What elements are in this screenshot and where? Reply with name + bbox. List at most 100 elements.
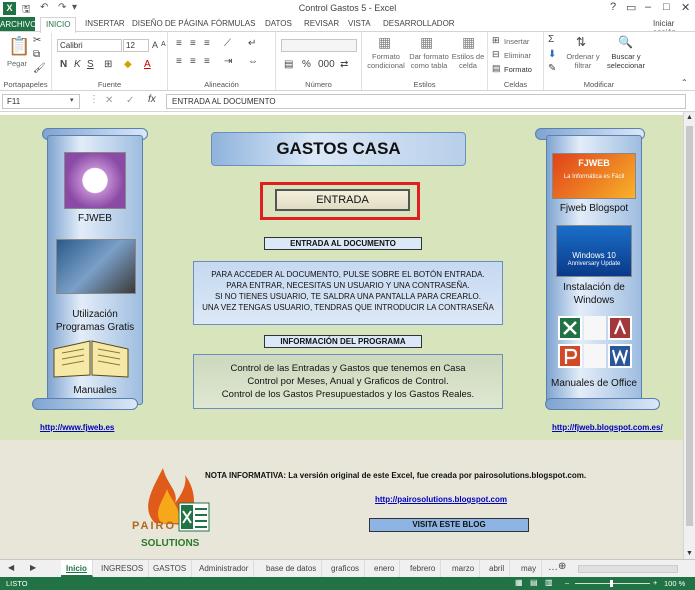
font-size-select[interactable]: 12 bbox=[123, 39, 149, 52]
italic-button[interactable]: K bbox=[74, 59, 81, 70]
borders-icon[interactable]: ⊞ bbox=[104, 59, 112, 70]
fill-color-icon[interactable]: ◆ bbox=[124, 59, 132, 70]
scroll-up-icon[interactable]: ▲ bbox=[686, 114, 693, 121]
format-painter-icon[interactable]: 🖌 bbox=[33, 63, 46, 74]
number-format-select[interactable] bbox=[281, 39, 357, 52]
comma-style-icon[interactable]: 000 bbox=[318, 59, 335, 70]
vertical-scrollbar[interactable]: ▲ ▼ bbox=[683, 112, 695, 559]
sheet-tab-abril[interactable]: abril bbox=[484, 560, 511, 577]
tab-archivo[interactable]: ARCHIVO bbox=[0, 17, 36, 32]
page-break-icon[interactable]: ▥ bbox=[545, 578, 553, 587]
zoom-in-icon[interactable]: + bbox=[653, 578, 657, 587]
worksheet[interactable]: GASTOS CASA ENTRADA ENTRADA AL DOCUMENTO… bbox=[0, 115, 683, 559]
align-middle-icon[interactable]: ≡ bbox=[190, 38, 196, 49]
fill-icon[interactable]: ⬇ bbox=[548, 49, 556, 60]
cell-styles-button[interactable]: Estilos de celda bbox=[450, 52, 486, 70]
format-cells-icon[interactable]: ▤ bbox=[492, 63, 501, 74]
insert-cells-icon[interactable]: ⊞ bbox=[492, 35, 500, 46]
percent-icon[interactable]: % bbox=[302, 59, 311, 70]
paste-label[interactable]: Pegar bbox=[7, 59, 27, 68]
align-bottom-icon[interactable]: ≡ bbox=[204, 38, 210, 49]
minimize-icon[interactable]: – bbox=[645, 1, 651, 13]
tab-revisar[interactable]: REVISAR bbox=[304, 19, 339, 28]
tab-formulas[interactable]: FÓRMULAS bbox=[211, 19, 255, 28]
sort-filter-button[interactable]: Ordenar y filtrar bbox=[564, 52, 602, 70]
scroll-thumb[interactable] bbox=[686, 126, 693, 526]
sheet-tab-graficos[interactable]: graficos bbox=[326, 560, 366, 577]
clear-icon[interactable]: ✎ bbox=[548, 63, 556, 74]
insert-cells-button[interactable]: Insertar bbox=[504, 37, 529, 46]
align-top-icon[interactable]: ≡ bbox=[176, 38, 182, 49]
copy-icon[interactable]: ⧉ bbox=[33, 49, 40, 60]
tab-insertar[interactable]: INSERTAR bbox=[85, 19, 125, 28]
orientation-icon[interactable]: ⟋ bbox=[224, 38, 231, 49]
horizontal-scrollbar[interactable] bbox=[578, 565, 678, 573]
delete-cells-button[interactable]: Eliminar bbox=[504, 51, 531, 60]
format-table-icon[interactable]: ▦ bbox=[420, 34, 433, 51]
format-cells-button[interactable]: Formato bbox=[504, 65, 532, 74]
zoom-out-icon[interactable]: – bbox=[565, 578, 569, 587]
find-select-button[interactable]: Buscar y seleccionar bbox=[602, 52, 650, 70]
windows-install-image[interactable]: Windows 10 Anniversary Update bbox=[556, 225, 632, 277]
zoom-level[interactable]: 100 % bbox=[664, 579, 685, 588]
decimal-icon[interactable]: ⇄ bbox=[340, 59, 348, 70]
name-box[interactable]: F11 bbox=[2, 94, 80, 109]
delete-cells-icon[interactable]: ⊟ bbox=[492, 49, 500, 60]
fjweb-blogspot-link[interactable]: http://fjweb.blogspot.com.es/ bbox=[552, 423, 663, 432]
sheet-tab-base-datos[interactable]: base de datos bbox=[261, 560, 323, 577]
tab-scroll-left-icon[interactable]: ◀ bbox=[8, 563, 14, 572]
find-select-icon[interactable]: 🔍 bbox=[618, 35, 633, 49]
collapse-ribbon-icon[interactable]: ⌃ bbox=[681, 78, 688, 87]
underline-button[interactable]: S bbox=[87, 59, 94, 70]
align-right-icon[interactable]: ≡ bbox=[204, 56, 210, 67]
conditional-format-button[interactable]: Formato condicional bbox=[364, 52, 408, 70]
tab-diseno-pagina[interactable]: DISEÑO DE PÁGINA bbox=[132, 19, 208, 28]
currency-icon[interactable]: ▤ bbox=[284, 59, 293, 70]
paste-icon[interactable]: 📋 bbox=[8, 36, 30, 57]
office-manuals-image[interactable] bbox=[558, 316, 632, 370]
merge-center-icon[interactable]: ⇔ bbox=[248, 56, 258, 67]
bold-button[interactable]: N bbox=[60, 59, 67, 70]
name-box-dropdown-icon[interactable]: ▾ bbox=[70, 96, 74, 104]
add-sheet-icon[interactable]: ⊕ bbox=[558, 561, 566, 572]
normal-view-icon[interactable]: ▦ bbox=[515, 578, 523, 587]
sheet-tab-enero[interactable]: enero bbox=[369, 560, 401, 577]
help-icon[interactable]: ? bbox=[610, 1, 616, 13]
free-programs-image[interactable] bbox=[56, 239, 136, 294]
format-table-button[interactable]: Dar formato como tabla bbox=[408, 52, 450, 70]
zoom-slider-thumb[interactable] bbox=[610, 580, 613, 587]
tab-scroll-right-icon[interactable]: ▶ bbox=[30, 563, 36, 572]
cut-icon[interactable]: ✂ bbox=[33, 35, 41, 46]
sheet-tab-marzo[interactable]: marzo bbox=[447, 560, 481, 577]
indent-icon[interactable]: ⇥ bbox=[224, 56, 232, 67]
shrink-font-icon[interactable]: A bbox=[161, 41, 166, 48]
tab-desarrollador[interactable]: DESARROLLADOR bbox=[383, 19, 455, 28]
sheet-tab-gastos[interactable]: GASTOS bbox=[148, 560, 193, 577]
tab-vista[interactable]: VISTA bbox=[348, 19, 371, 28]
sheet-tab-administrador[interactable]: Administrador bbox=[194, 560, 255, 577]
scroll-down-icon[interactable]: ▼ bbox=[686, 550, 693, 557]
fjweb-link[interactable]: http://www.fjweb.es bbox=[40, 423, 114, 432]
font-name-select[interactable]: Calibri bbox=[57, 39, 122, 52]
wrap-text-icon[interactable]: ↵ bbox=[248, 38, 256, 49]
cancel-formula-icon[interactable]: ✕ bbox=[105, 95, 113, 106]
sort-filter-icon[interactable]: ⇅ bbox=[576, 35, 586, 49]
autosum-icon[interactable]: Σ bbox=[548, 34, 554, 45]
sheet-tab-may[interactable]: may bbox=[516, 560, 543, 577]
tab-inicio[interactable]: INICIO bbox=[40, 17, 77, 33]
fjweb-blogspot-image[interactable]: FJWEB La Informática es Fácil bbox=[552, 153, 636, 199]
ribbon-options-icon[interactable]: ▭ bbox=[626, 1, 636, 14]
sheet-tab-ingresos[interactable]: INGRESOS bbox=[96, 560, 150, 577]
sheet-tab-inicio[interactable]: Inicio bbox=[61, 560, 93, 577]
font-color-icon[interactable]: A bbox=[144, 59, 151, 70]
insert-function-icon[interactable]: fx bbox=[148, 94, 156, 105]
more-sheets-icon[interactable]: … bbox=[548, 562, 558, 573]
close-icon[interactable]: ✕ bbox=[681, 1, 690, 14]
pairosolutions-link[interactable]: http://pairosolutions.blogspot.com bbox=[375, 495, 507, 504]
maximize-icon[interactable]: □ bbox=[663, 1, 670, 13]
fjweb-logo-image[interactable] bbox=[64, 152, 126, 209]
enter-formula-icon[interactable]: ✓ bbox=[126, 95, 134, 106]
align-left-icon[interactable]: ≡ bbox=[176, 56, 182, 67]
conditional-format-icon[interactable]: ▦ bbox=[378, 34, 391, 51]
formula-input[interactable]: ENTRADA AL DOCUMENTO bbox=[166, 94, 686, 109]
